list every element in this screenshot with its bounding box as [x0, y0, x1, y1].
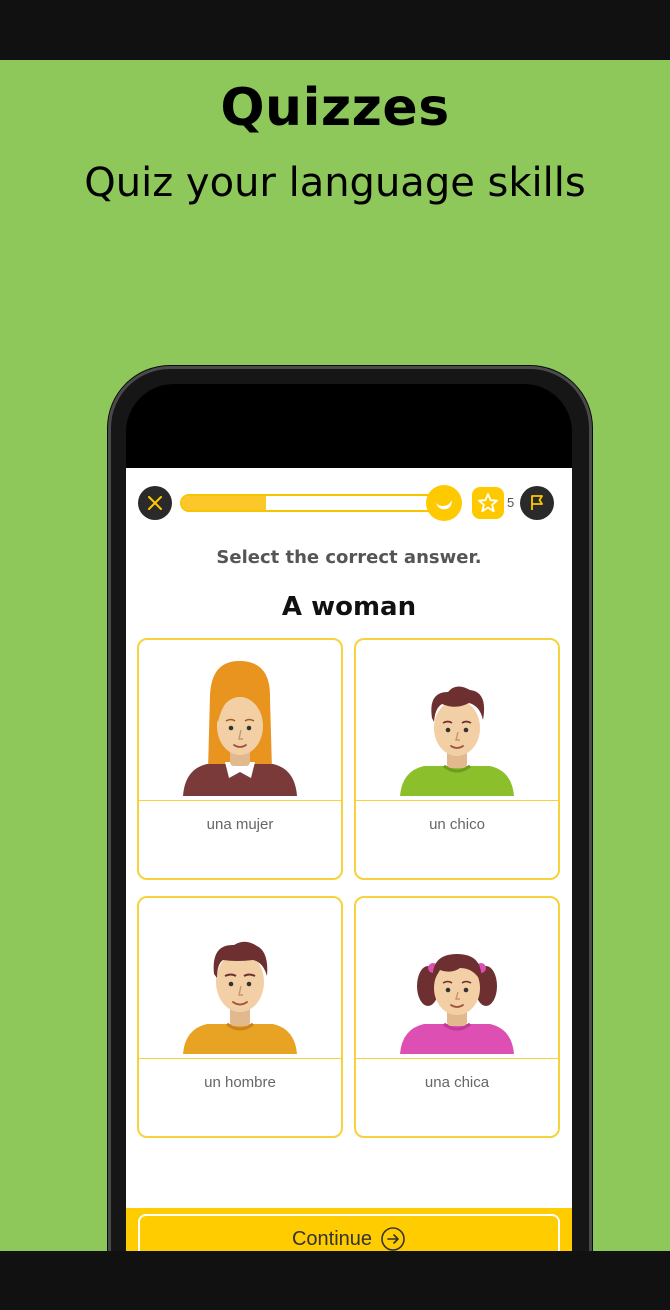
girl-avatar-icon — [400, 954, 514, 1054]
page-subtitle: Quiz your language skills — [84, 160, 586, 206]
card-image — [139, 898, 341, 1059]
bottom-nav-bar — [0, 1251, 670, 1310]
lemon-icon — [426, 485, 462, 521]
card-image — [356, 898, 558, 1059]
phone-notch-area — [126, 384, 572, 468]
progress-fill — [182, 496, 267, 510]
continue-label: Continue — [291, 1227, 373, 1250]
card-divider — [356, 1058, 558, 1059]
progress-bar — [180, 494, 440, 512]
report-button[interactable] — [520, 486, 554, 520]
answer-label: un chico — [429, 816, 485, 833]
quiz-screen: 5 Select the correct answer. A woman una… — [126, 468, 572, 1268]
answer-label: un hombre — [204, 1074, 276, 1091]
answer-label: una mujer — [206, 816, 274, 833]
star-count: 5 — [507, 495, 515, 510]
star-button[interactable] — [472, 487, 504, 519]
quiz-prompt: A woman — [281, 592, 417, 622]
star-icon — [477, 493, 499, 513]
boy-avatar-icon — [400, 686, 514, 796]
close-button[interactable] — [138, 486, 172, 520]
answer-option-una-chica[interactable]: una chica — [354, 896, 560, 1138]
answer-option-un-chico[interactable]: un chico — [354, 638, 560, 880]
card-divider — [139, 800, 341, 801]
page-title: Quizzes — [220, 78, 450, 138]
card-divider — [356, 800, 558, 801]
card-divider — [139, 1058, 341, 1059]
answer-option-un-hombre[interactable]: un hombre — [137, 896, 343, 1138]
top-status-bar — [0, 0, 670, 60]
quiz-instruction: Select the correct answer. — [216, 547, 482, 568]
answer-option-una-mujer[interactable]: una mujer — [137, 638, 343, 880]
answer-label: una chica — [424, 1074, 490, 1091]
card-image — [139, 640, 341, 801]
woman-avatar-icon — [183, 660, 297, 796]
arrow-right-circle-icon — [381, 1227, 405, 1251]
close-icon — [148, 496, 162, 510]
man-avatar-icon — [183, 941, 297, 1054]
card-image — [356, 640, 558, 801]
flag-icon — [531, 495, 543, 510]
